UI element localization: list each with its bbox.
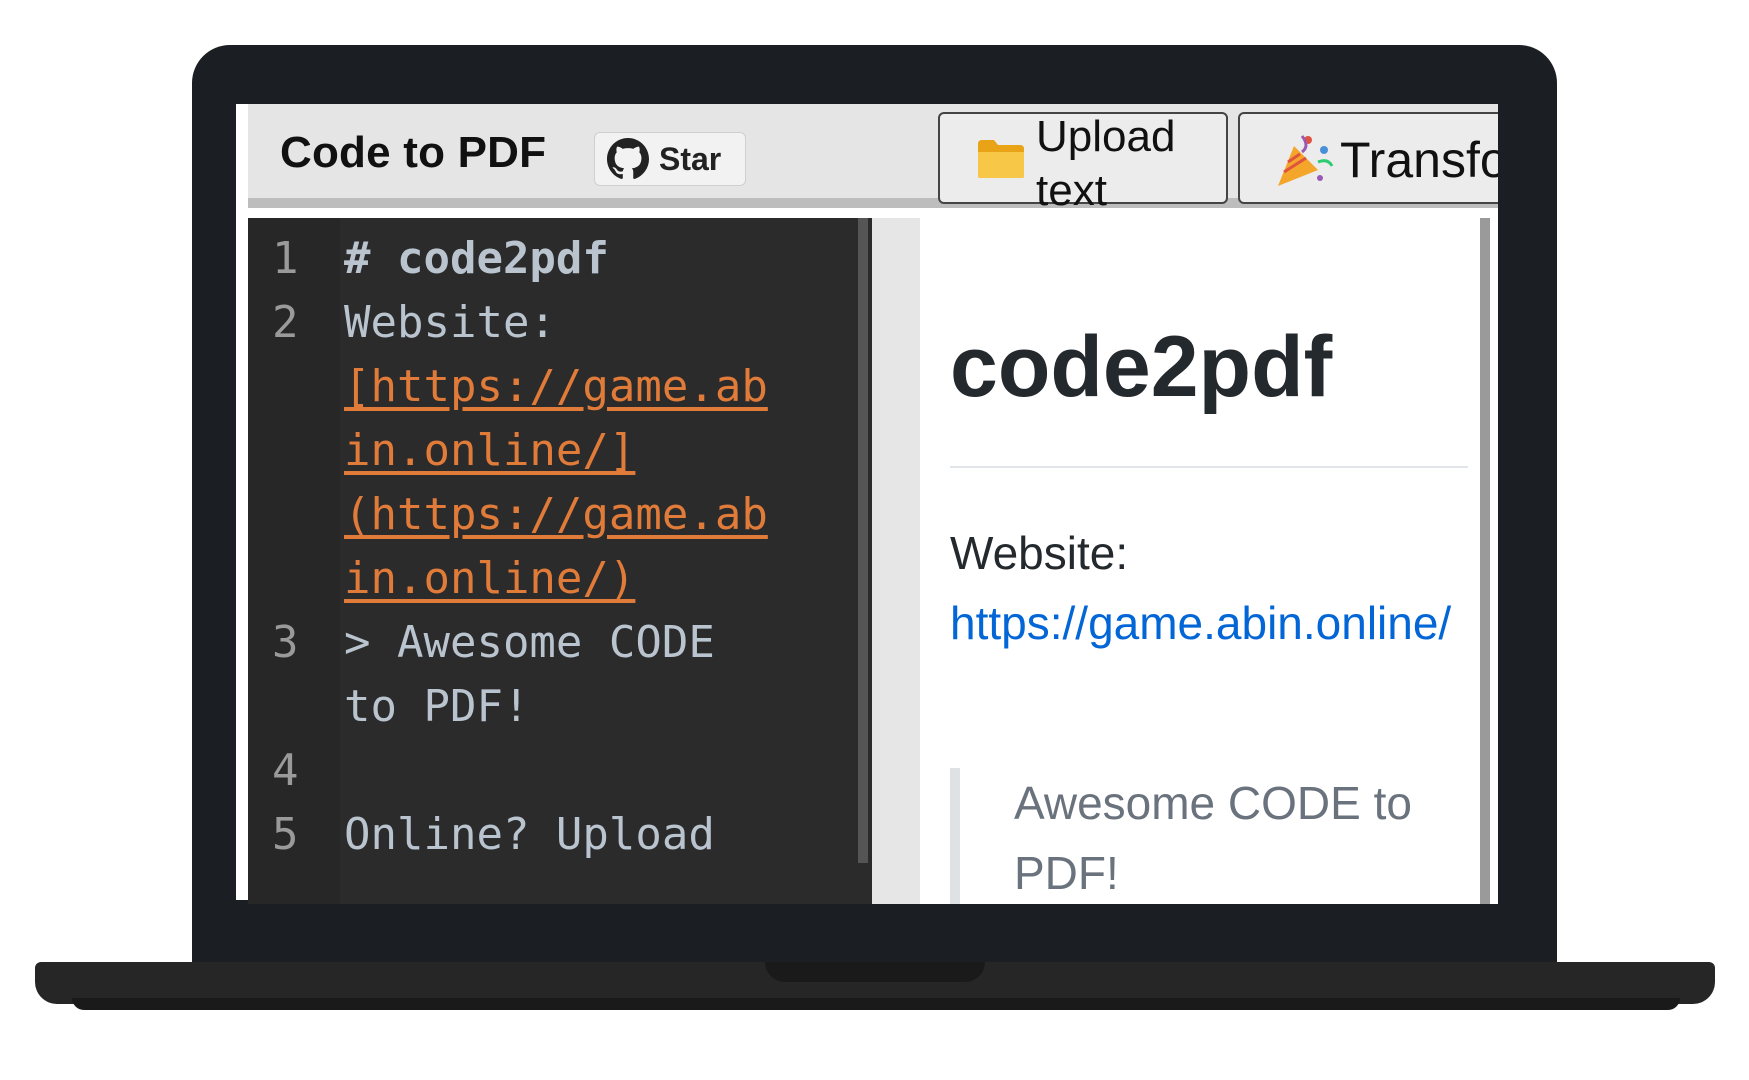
preview-website-paragraph: Website: https://game.abin.online/ — [950, 518, 1460, 658]
toolbar: Code to PDF Star Upload text Transfo — [248, 104, 1498, 215]
code-line[interactable]: in.online/] — [344, 416, 635, 486]
code-line[interactable]: in.online/) — [344, 544, 635, 614]
code-line[interactable]: Online? Upload — [344, 800, 715, 870]
code-link-token: in.online/] — [344, 425, 636, 476]
folder-icon — [978, 140, 1024, 178]
upload-text-button[interactable]: Upload text — [938, 112, 1228, 215]
code-editor[interactable]: 1 # code2pdf 2 Website: [https://game.ab in.o… — [248, 218, 872, 904]
code-text-token: > Awesome CODE — [344, 617, 715, 668]
code-line[interactable]: > Awesome CODE — [344, 608, 715, 678]
code-text-token: Online? Upload — [344, 809, 715, 860]
code-heading-token: # code2pdf — [344, 233, 609, 284]
transform-label: Transfo — [1340, 132, 1498, 188]
app-screen: Code to PDF Star Upload text Transfo 1 #… — [248, 104, 1498, 904]
app-title: Code to PDF — [280, 128, 547, 177]
party-popper-icon — [1278, 135, 1334, 186]
line-number: 2 — [272, 297, 299, 348]
line-number: 3 — [272, 617, 299, 668]
laptop-notch — [765, 962, 985, 982]
line-number: 4 — [272, 745, 299, 796]
code-link-token: (https://game.ab — [344, 489, 768, 540]
github-star-button[interactable]: Star — [594, 132, 746, 186]
code-line[interactable]: (https://game.ab — [344, 480, 768, 550]
preview-website-link[interactable]: https://game.abin.online/ — [950, 597, 1451, 649]
code-text-token: to PDF! — [344, 681, 530, 732]
transform-button[interactable]: Transfo — [1238, 112, 1498, 204]
star-label: Star — [659, 140, 722, 177]
code-line[interactable]: [https://game.ab — [344, 352, 768, 422]
line-number: 5 — [272, 809, 299, 860]
github-icon — [607, 138, 649, 179]
preview-divider — [950, 466, 1468, 468]
code-link-token: in.online/) — [344, 553, 636, 604]
line-number: 1 — [272, 233, 299, 284]
code-line[interactable]: Website: — [344, 288, 556, 358]
preview-scrollbar[interactable] — [1480, 218, 1490, 904]
editor-scrollbar[interactable] — [858, 218, 868, 863]
preview-heading: code2pdf — [950, 319, 1333, 415]
code-line[interactable]: # code2pdf — [344, 224, 609, 294]
code-link-token: [https://game.ab — [344, 361, 768, 412]
markdown-preview: code2pdf Website: https://game.abin.onli… — [920, 218, 1488, 904]
code-text-token: Website: — [344, 297, 556, 348]
laptop-base-shadow — [72, 998, 1680, 1010]
screen-bezel-edge — [236, 104, 248, 900]
code-line[interactable]: to PDF! — [344, 672, 529, 742]
upload-label: Upload text — [1036, 112, 1176, 215]
preview-margin — [872, 218, 920, 904]
preview-blockquote: Awesome CODE to PDF! — [950, 768, 1460, 904]
preview-website-label: Website: — [950, 527, 1129, 579]
